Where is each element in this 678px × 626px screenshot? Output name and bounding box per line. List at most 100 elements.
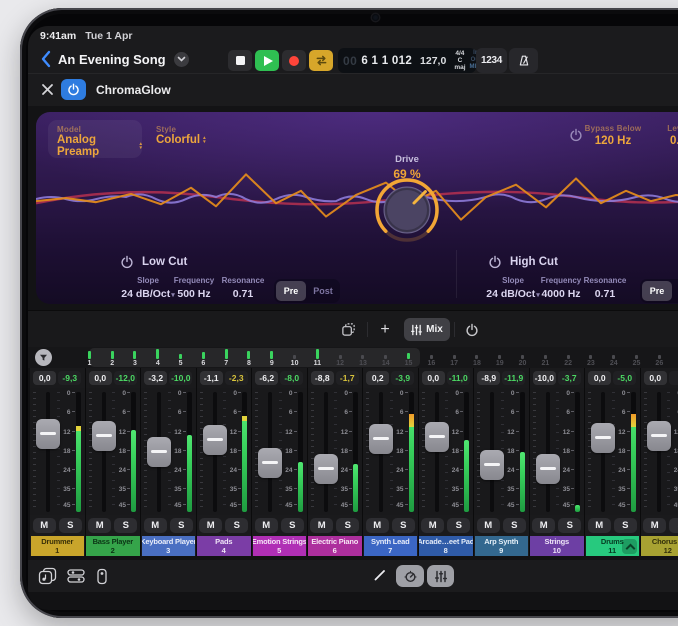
overview-track-21[interactable]: 21 bbox=[534, 347, 557, 368]
solo-button[interactable]: S bbox=[170, 518, 193, 533]
overview-track-7[interactable]: 7 bbox=[215, 347, 238, 368]
lcd-display[interactable]: 00 6 1 1 012 127,0 4/4 C maj In Out MIDI bbox=[338, 48, 476, 73]
overview-track-1[interactable]: 1 bbox=[78, 347, 101, 368]
overview-track-9[interactable]: 9 bbox=[260, 347, 283, 368]
track-label[interactable]: Arp Synth9 bbox=[475, 536, 529, 556]
fader-thumb[interactable] bbox=[591, 423, 615, 453]
mute-button[interactable]: M bbox=[88, 518, 111, 533]
overview-track-14[interactable]: 14 bbox=[374, 347, 397, 368]
title-disclosure[interactable] bbox=[174, 52, 189, 67]
fader-thumb[interactable] bbox=[36, 419, 60, 449]
track-label[interactable]: Electric Piano6 bbox=[308, 536, 362, 556]
solo-button[interactable]: S bbox=[114, 518, 137, 533]
overview-track-5[interactable]: 5 bbox=[169, 347, 192, 368]
volume-readout[interactable]: 0,0 bbox=[422, 371, 445, 385]
track-label[interactable]: Strings10 bbox=[530, 536, 584, 556]
overview-track-25[interactable]: 25 bbox=[625, 347, 648, 368]
volume-readout[interactable]: -10,0 bbox=[533, 371, 556, 385]
fader-thumb[interactable] bbox=[92, 421, 116, 451]
volume-readout[interactable]: -8,8 bbox=[311, 371, 334, 385]
high-cut-power-icon[interactable] bbox=[488, 255, 502, 269]
solo-button[interactable]: S bbox=[59, 518, 82, 533]
filter-button[interactable] bbox=[35, 349, 52, 366]
mix-view-button[interactable]: Mix bbox=[404, 318, 450, 341]
mute-button[interactable]: M bbox=[421, 518, 444, 533]
fader-thumb[interactable] bbox=[536, 454, 560, 484]
track-label[interactable]: Chorus V12 bbox=[641, 536, 678, 556]
overview-track-15[interactable]: 15 bbox=[397, 347, 420, 368]
overview-track-27[interactable]: 27 bbox=[671, 347, 678, 368]
track-label[interactable]: Pads4 bbox=[197, 536, 251, 556]
high-cut-resonance[interactable]: Resonance 0.71 bbox=[573, 276, 637, 300]
overview-track-3[interactable]: 3 bbox=[124, 347, 147, 368]
mute-button[interactable]: M bbox=[144, 518, 167, 533]
overview-track-11[interactable]: 11 bbox=[306, 347, 329, 368]
solo-button[interactable]: S bbox=[669, 518, 678, 533]
volume-readout[interactable]: 0,2 bbox=[366, 371, 389, 385]
solo-button[interactable]: S bbox=[392, 518, 415, 533]
drive-knob[interactable] bbox=[369, 172, 445, 248]
fader-thumb[interactable] bbox=[425, 422, 449, 452]
high-cut-pre-post-toggle[interactable]: Pre Post bbox=[640, 279, 678, 303]
overview-track-10[interactable]: 10 bbox=[283, 347, 306, 368]
overview-track-2[interactable]: 2 bbox=[101, 347, 124, 368]
mute-button[interactable]: M bbox=[310, 518, 333, 533]
mute-button[interactable]: M bbox=[33, 518, 56, 533]
play-button[interactable] bbox=[255, 50, 279, 71]
fader-thumb[interactable] bbox=[147, 437, 171, 467]
record-button[interactable] bbox=[282, 50, 306, 71]
mute-button[interactable]: M bbox=[366, 518, 389, 533]
overview-track-8[interactable]: 8 bbox=[238, 347, 261, 368]
mute-button[interactable]: M bbox=[588, 518, 611, 533]
volume-readout[interactable]: 0,0 bbox=[588, 371, 611, 385]
volume-readout[interactable]: 0,0 bbox=[89, 371, 112, 385]
smart-controls-button[interactable] bbox=[396, 565, 424, 587]
solo-button[interactable]: S bbox=[558, 518, 581, 533]
track-label[interactable]: Keyboard Player3 bbox=[142, 536, 196, 556]
overview-track-13[interactable]: 13 bbox=[352, 347, 375, 368]
overview-track-22[interactable]: 22 bbox=[557, 347, 580, 368]
overview-track-24[interactable]: 24 bbox=[602, 347, 625, 368]
solo-button[interactable]: S bbox=[281, 518, 304, 533]
model-selector[interactable]: Model Analog Preamp ▴▾ bbox=[48, 120, 142, 158]
pre-option[interactable]: Pre bbox=[642, 281, 672, 301]
solo-button[interactable]: S bbox=[447, 518, 470, 533]
fader-thumb[interactable] bbox=[647, 421, 671, 451]
metronome-button[interactable] bbox=[509, 48, 538, 73]
stop-button[interactable] bbox=[228, 50, 252, 71]
cycle-button[interactable] bbox=[309, 50, 333, 71]
volume-readout[interactable]: -3,2 bbox=[144, 371, 167, 385]
bypass-below-control[interactable]: Bypass Below 120 Hz bbox=[582, 124, 644, 147]
track-label[interactable]: Drums11 bbox=[586, 536, 640, 556]
pre-option[interactable]: Pre bbox=[276, 281, 306, 301]
volume-readout[interactable]: -6,2 bbox=[255, 371, 278, 385]
bypass-power-icon[interactable] bbox=[569, 128, 583, 142]
volume-readout[interactable]: -1,1 bbox=[200, 371, 223, 385]
overview-track-17[interactable]: 17 bbox=[443, 347, 466, 368]
post-option[interactable]: Post bbox=[308, 286, 338, 296]
song-title-menu[interactable]: An Evening Song bbox=[58, 50, 189, 68]
track-label[interactable]: Arcade…eet Pad8 bbox=[419, 536, 473, 556]
fader-thumb[interactable] bbox=[258, 448, 282, 478]
mixer-faders-button[interactable] bbox=[427, 565, 454, 587]
post-option[interactable]: Post bbox=[674, 286, 678, 296]
fader-thumb[interactable] bbox=[480, 450, 504, 480]
volume-readout[interactable]: -8,9 bbox=[477, 371, 500, 385]
solo-button[interactable]: S bbox=[503, 518, 526, 533]
back-button[interactable] bbox=[40, 50, 52, 68]
overview-track-16[interactable]: 16 bbox=[420, 347, 443, 368]
mute-button[interactable]: M bbox=[532, 518, 555, 533]
track-label[interactable]: Emotion Strings5 bbox=[253, 536, 307, 556]
track-label[interactable]: Synth Lead7 bbox=[364, 536, 418, 556]
mute-button[interactable]: M bbox=[477, 518, 500, 533]
mute-button[interactable]: M bbox=[255, 518, 278, 533]
duplicate-button[interactable] bbox=[334, 318, 362, 341]
overview-track-4[interactable]: 4 bbox=[146, 347, 169, 368]
count-in-button[interactable]: 1234 bbox=[476, 48, 507, 73]
overview-track-26[interactable]: 26 bbox=[648, 347, 671, 368]
level-control[interactable]: Level 0.0 bbox=[648, 124, 678, 147]
tracks-view-button[interactable] bbox=[64, 566, 88, 586]
volume-readout[interactable]: 0,0 bbox=[644, 371, 667, 385]
solo-button[interactable]: S bbox=[225, 518, 248, 533]
low-cut-resonance[interactable]: Resonance 0.71 bbox=[211, 276, 275, 300]
